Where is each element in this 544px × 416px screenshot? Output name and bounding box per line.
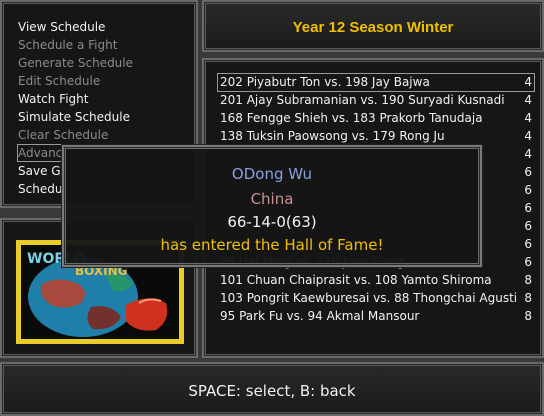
menu-item[interactable]: Watch Fight [18,91,88,107]
hall-of-fame-message: has entered the Hall of Fame! [160,236,384,254]
season-title-panel: Year 12 Season Winter [202,0,544,52]
fight-rounds: 6 [524,237,532,251]
fight-matchup: 95 Park Fu vs. 94 Akmal Mansour [220,309,420,323]
schedule-row[interactable]: 202 Piyabutr Ton vs. 198 Jay Bajwa 4 [217,73,535,92]
boxer-country: China [250,190,294,208]
menu-item[interactable]: Clear Schedule [18,127,108,143]
schedule-row[interactable]: 101 Chuan Chaiprasit vs. 108 Yamto Shiro… [218,272,534,289]
hall-of-fame-dialog[interactable]: ODong Wu China 66-14-0(63) has entered t… [62,145,482,267]
fight-matchup: 103 Pongrit Kaewburesai vs. 88 Thongchai… [220,291,518,305]
schedule-row[interactable]: 138 Tuksin Paowsong vs. 179 Rong Ju 4 [218,128,534,145]
boxer-name: ODong Wu [231,165,313,183]
fight-rounds: 8 [524,273,532,287]
schedule-row[interactable]: 103 Pongrit Kaewburesai vs. 88 Thongchai… [218,290,534,307]
menu-item[interactable]: Save G [18,163,61,179]
season-title: Year 12 Season Winter [292,19,454,36]
menu-item[interactable]: Generate Schedule [18,55,133,71]
fight-rounds: 4 [524,75,532,89]
fight-rounds: 8 [524,291,532,305]
fight-rounds: 4 [524,129,532,143]
fight-matchup: 202 Piyabutr Ton vs. 198 Jay Bajwa [220,75,430,89]
menu-item[interactable]: View Schedule [18,19,105,35]
fight-matchup: 138 Tuksin Paowsong vs. 179 Rong Ju [220,129,445,143]
fight-rounds: 6 [524,165,532,179]
fight-rounds: 4 [524,147,532,161]
fight-rounds: 8 [524,309,532,323]
fight-matchup: 201 Ajay Subramanian vs. 190 Suryadi Kus… [220,93,505,107]
menu-item[interactable]: Schedule a Fight [18,37,117,53]
fight-rounds: 4 [524,93,532,107]
fight-rounds: 6 [524,201,532,215]
fight-rounds: 6 [524,219,532,233]
fight-matchup: 168 Fengge Shieh vs. 183 Prakorb Tanudaj… [220,111,483,125]
controls-hint: SPACE: select, B: back [188,382,356,400]
menu-item[interactable]: Schedu [18,181,62,197]
menu-item[interactable]: Simulate Schedule [18,109,130,125]
menu-item[interactable]: Edit Schedule [18,73,100,89]
footer-panel: SPACE: select, B: back [0,362,544,416]
schedule-row[interactable]: 95 Park Fu vs. 94 Akmal Mansour 8 [218,308,534,325]
fight-rounds: 6 [524,183,532,197]
fight-matchup: 101 Chuan Chaiprasit vs. 108 Yamto Shiro… [220,273,492,287]
fight-rounds: 4 [524,111,532,125]
boxer-record: 66-14-0(63) [227,213,317,231]
schedule-row[interactable]: 201 Ajay Subramanian vs. 190 Suryadi Kus… [218,92,534,109]
fight-rounds: 6 [524,255,532,269]
schedule-row[interactable]: 168 Fengge Shieh vs. 183 Prakorb Tanudaj… [218,110,534,127]
menu-item[interactable]: Advanc [16,144,64,162]
